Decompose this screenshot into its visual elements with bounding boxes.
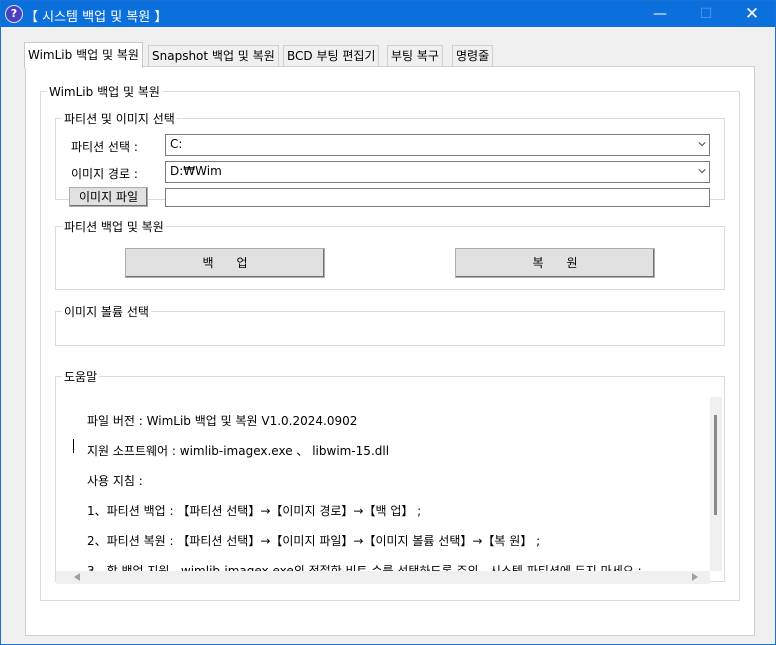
image-file-input[interactable] [165,188,710,207]
tab-snapshot[interactable]: Snapshot 백업 및 복원 [148,45,279,67]
help-line: 1、파티션 백업 : 【파티션 선택】→【이미지 경로】→【백 업】 ; [87,504,422,518]
horizontal-scrollbar[interactable] [56,571,710,584]
scroll-left-icon[interactable] [74,573,80,581]
close-button[interactable]: ✕ [729,1,775,27]
maximize-button[interactable]: ☐ [683,1,729,27]
partition-image-legend: 파티션 및 이미지 선택 [64,112,175,126]
tab-bcd-editor[interactable]: BCD 부팅 편집기 [283,45,380,67]
help-legend: 도움말 [64,370,98,384]
volume-select-group: 이미지 볼륨 선택 [55,303,725,346]
window-title: 【 시스템 백업 및 복원 】 [25,10,168,25]
tab-wimlib[interactable]: WimLib 백업 및 복원 [24,42,143,68]
vertical-scrollbar[interactable] [710,397,722,571]
help-line: 2、파티션 복원 : 【파티션 선택】→【이미지 파일】→【이미지 볼륨 선택】… [87,534,541,548]
wimlib-group-legend: WimLib 백업 및 복원 [49,85,160,99]
image-path-combo[interactable]: D:₩Wim [165,161,710,183]
restore-button[interactable]: 복 원 [455,248,655,278]
help-line: 지원 소프트웨어 : wimlib-imagex.exe 、 libwim-15… [87,444,390,458]
partition-select-combo[interactable]: C: [165,134,710,156]
app-window: ? 【 시스템 백업 및 복원 】 — ☐ ✕ WimLib 백업 및 복원 S… [0,0,776,645]
help-question-icon: ? [5,5,23,23]
minimize-button[interactable]: — [637,1,683,27]
help-line: 3、할 백업 지원 , wimlib-imagex.exe의 적절한 비트 수를… [87,564,642,571]
partition-select-label: 파티션 선택 : [71,140,138,154]
help-line: 파일 버전 : WimLib 백업 및 복원 V1.0.2024.0902 [87,414,358,428]
backup-button[interactable]: 백 업 [125,248,325,278]
vertical-scroll-thumb[interactable] [714,415,717,515]
image-file-button[interactable]: 이미지 파일 [69,187,148,207]
wimlib-group: WimLib 백업 및 복원 파티션 및 이미지 선택 파티션 선택 : C: … [40,83,740,601]
text-caret [73,439,74,453]
image-path-value: D:₩Wim [170,164,222,178]
help-text-area[interactable]: 파일 버전 : WimLib 백업 및 복원 V1.0.2024.0902 지원… [56,397,722,571]
chevron-down-icon [698,142,706,147]
backup-restore-group: 파티션 백업 및 복원 백 업 복 원 [55,218,725,290]
partition-select-value: C: [170,137,183,151]
chevron-down-icon [698,169,706,174]
image-path-label: 이미지 경로 : [71,167,138,181]
tab-panel-wimlib: WimLib 백업 및 복원 파티션 및 이미지 선택 파티션 선택 : C: … [25,66,755,636]
scroll-right-icon[interactable] [692,573,698,581]
title-bar[interactable]: ? 【 시스템 백업 및 복원 】 — ☐ ✕ [1,1,775,27]
help-line: 사용 지침 : [87,474,143,488]
partition-image-group: 파티션 및 이미지 선택 파티션 선택 : C: 이미지 경로 : D:₩Wim… [55,110,725,207]
tab-command-line[interactable]: 명령줄 [452,45,494,67]
help-group: 도움말 파일 버전 : WimLib 백업 및 복원 V1.0.2024.090… [55,368,725,584]
tab-boot-repair[interactable]: 부팅 복구 [387,45,443,67]
backup-restore-legend: 파티션 백업 및 복원 [64,220,164,234]
volume-select-legend: 이미지 볼륨 선택 [64,305,149,319]
